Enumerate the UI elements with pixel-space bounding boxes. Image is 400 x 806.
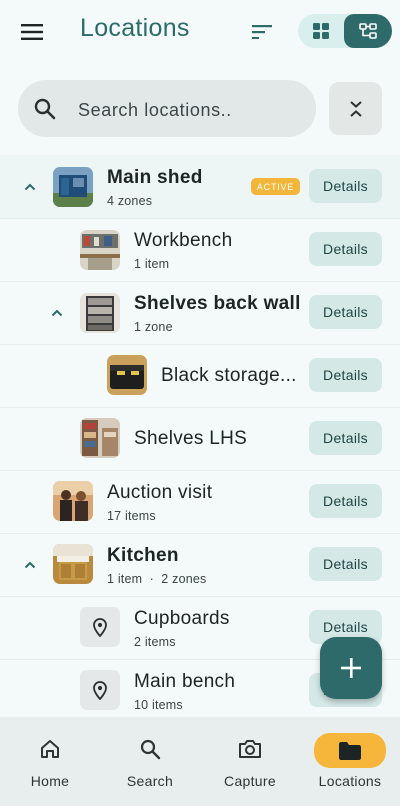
list-item[interactable]: Black storage... Details — [0, 344, 400, 408]
location-name: Workbench — [134, 230, 233, 251]
location-thumbnail — [80, 293, 120, 333]
search-icon — [118, 733, 182, 765]
plus-icon — [341, 658, 361, 678]
chevron-up-icon[interactable] — [47, 303, 67, 323]
location-name: Main bench — [134, 671, 236, 692]
search-icon — [32, 96, 58, 122]
location-name: Main shed — [107, 167, 203, 188]
location-pin-icon — [80, 607, 120, 647]
nav-label: Capture — [224, 773, 276, 789]
list-item[interactable]: Main shed 4 zones ACTIVE Details — [0, 155, 400, 219]
app-bar: Locations — [0, 0, 400, 64]
tree-view-icon[interactable] — [344, 14, 392, 48]
list-item[interactable]: Shelves back wall 1 zone Details — [0, 281, 400, 345]
nav-label: Locations — [318, 773, 382, 789]
location-meta: 1 item · 2 zones — [107, 572, 207, 586]
status-badge: ACTIVE — [251, 178, 300, 195]
nav-home[interactable]: Home — [0, 717, 100, 806]
details-button[interactable]: Details — [309, 358, 382, 392]
camera-icon — [218, 733, 282, 765]
location-thumbnail — [53, 481, 93, 521]
location-thumbnail — [53, 544, 93, 584]
collapse-all-icon — [349, 100, 362, 117]
folder-icon — [314, 733, 386, 768]
location-name: Shelves back wall — [134, 293, 301, 314]
view-toggle — [298, 14, 392, 48]
location-meta: 2 items — [134, 635, 176, 649]
location-thumbnail — [80, 230, 120, 270]
location-meta: 1 item — [134, 257, 170, 271]
location-name: Cupboards — [134, 608, 230, 629]
location-thumbnail — [80, 418, 120, 458]
sort-icon[interactable] — [244, 14, 280, 50]
collapse-all-button[interactable] — [329, 82, 382, 135]
chevron-up-icon[interactable] — [20, 177, 40, 197]
location-name: Black storage... — [161, 365, 297, 386]
location-thumbnail — [107, 355, 147, 395]
list-item[interactable]: Shelves LHS Details — [0, 407, 400, 471]
details-button[interactable]: Details — [309, 169, 382, 203]
location-tree: Main shed 4 zones ACTIVE Details Workben… — [0, 155, 400, 718]
nav-label: Home — [30, 773, 70, 789]
list-item[interactable]: Workbench 1 item Details — [0, 218, 400, 282]
home-icon — [18, 733, 82, 765]
location-name: Auction visit — [107, 482, 213, 503]
add-location-button[interactable] — [320, 637, 382, 699]
location-meta: 10 items — [134, 698, 183, 712]
location-meta: 4 zones — [107, 194, 153, 208]
location-thumbnail — [53, 167, 93, 207]
search-input[interactable] — [76, 97, 300, 123]
nav-locations[interactable]: Locations — [300, 717, 400, 806]
details-button[interactable]: Details — [309, 232, 382, 266]
list-item[interactable]: Kitchen 1 item · 2 zones Details — [0, 533, 400, 597]
grid-view-icon[interactable] — [298, 14, 344, 48]
location-pin-icon — [80, 670, 120, 710]
nav-capture[interactable]: Capture — [200, 717, 300, 806]
details-button[interactable]: Details — [309, 484, 382, 518]
list-item[interactable]: Auction visit 17 items Details — [0, 470, 400, 534]
chevron-up-icon[interactable] — [20, 555, 40, 575]
bottom-navigation: Home Search Capture Locations — [0, 717, 400, 806]
nav-search[interactable]: Search — [100, 717, 200, 806]
page-title: Locations — [80, 14, 190, 42]
details-button[interactable]: Details — [309, 295, 382, 329]
details-button[interactable]: Details — [309, 547, 382, 581]
location-meta: 17 items — [107, 509, 156, 523]
location-name: Shelves LHS — [134, 428, 248, 449]
details-button[interactable]: Details — [309, 421, 382, 455]
location-name: Kitchen — [107, 545, 179, 566]
search-bar — [18, 80, 316, 137]
menu-icon[interactable] — [14, 14, 50, 50]
location-meta: 1 zone — [134, 320, 173, 334]
nav-label: Search — [126, 773, 174, 789]
